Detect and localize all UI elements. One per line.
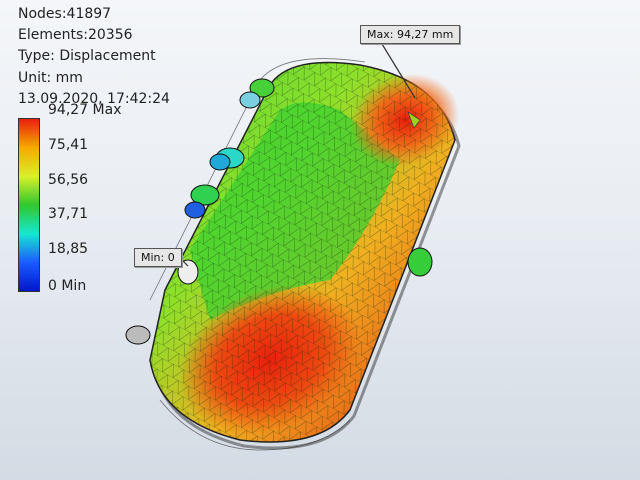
- legend-label: 75,41: [48, 137, 89, 153]
- max-callout[interactable]: Max: 94,27 mm: [360, 25, 461, 44]
- legend-color-bar: [18, 118, 40, 292]
- color-legend: 94,27 Max 75,41 56,56 37,71 18,85 0 Min: [18, 100, 178, 300]
- legend-label-min: 0 Min: [48, 278, 87, 294]
- result-unit: Unit: mm: [18, 69, 83, 86]
- nodes-count: Nodes:41897: [18, 6, 112, 22]
- legend-label: 18,85: [48, 241, 89, 257]
- legend-label: 37,71: [48, 206, 89, 222]
- legend-label: 56,56: [48, 172, 89, 188]
- elements-count: Elements:20356: [18, 27, 133, 44]
- result-info-panel: Nodes:41897 Elements:20356 Type: Displac…: [18, 4, 170, 110]
- result-type: Type: Displacement: [18, 48, 156, 65]
- legend-label-max: 94,27 Max: [48, 102, 122, 118]
- min-callout[interactable]: Min: 0: [134, 248, 182, 267]
